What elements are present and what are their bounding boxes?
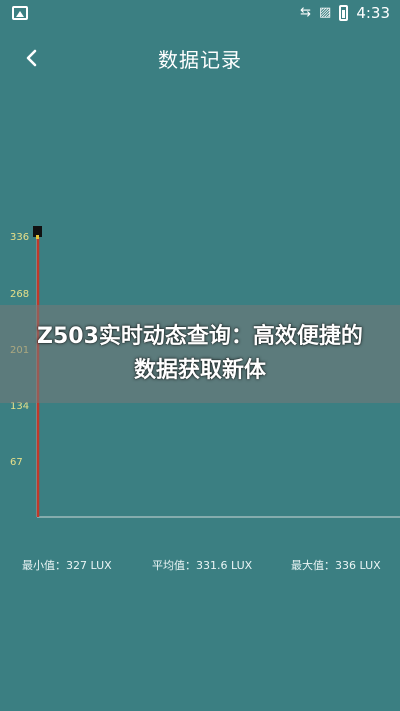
stats-row: 最小值：327 LUX 平均值：331.6 LUX 最大值：336 LUX (0, 557, 400, 575)
status-bar: ⇆ ▨ 4:33 (0, 0, 400, 28)
image-icon (12, 6, 28, 20)
stat-max: 最大值：336 LUX (291, 559, 381, 572)
status-icons: ⇆ ▨ 4:33 (300, 4, 390, 22)
y-tick-label: 268 (10, 289, 29, 300)
status-time: 4:33 (356, 4, 390, 22)
app-bar: 数据记录 (0, 30, 400, 86)
stat-min: 最小值：327 LUX (22, 559, 112, 572)
data-point-highlight (36, 235, 39, 239)
banner-text: Z503实时动态查询：高效便捷的数据获取新体 (37, 324, 363, 383)
overlay-banner: Z503实时动态查询：高效便捷的数据获取新体 (0, 305, 400, 403)
no-sim-icon: ▨ (319, 5, 332, 20)
y-tick-label: 67 (10, 457, 23, 468)
stat-avg: 平均值：331.6 LUX (152, 559, 253, 572)
page-title: 数据记录 (158, 48, 242, 72)
sync-icon: ⇆ (300, 5, 312, 20)
battery-charging-icon (339, 5, 349, 21)
y-tick-label: 336 (10, 232, 29, 243)
